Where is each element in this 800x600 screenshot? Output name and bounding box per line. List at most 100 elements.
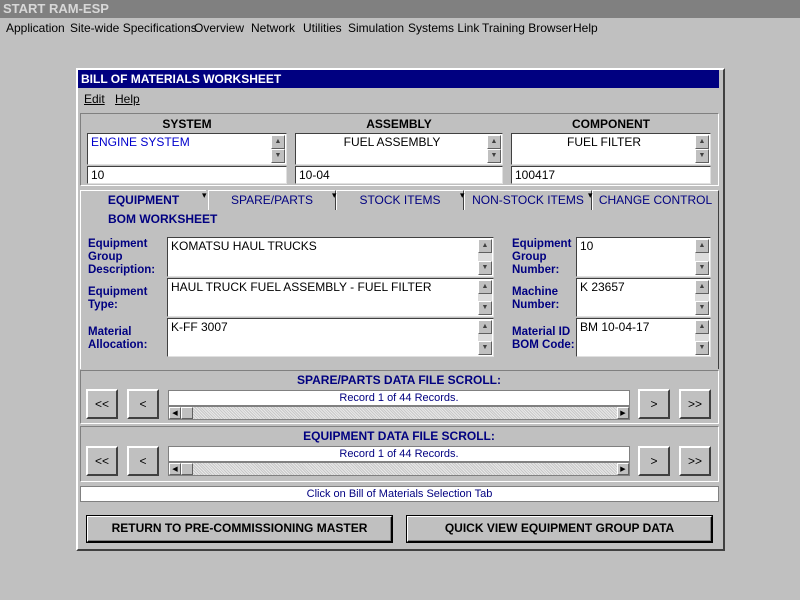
scroll-up-icon[interactable]: ▲ [695,239,709,253]
scroll-down-icon[interactable]: ▼ [695,261,709,275]
status-bar: Click on Bill of Materials Selection Tab [80,486,719,502]
system-code-field[interactable]: 10 [87,166,287,184]
scroll-down-icon[interactable]: ▼ [695,301,709,315]
return-to-pre-commissioning-button[interactable]: RETURN TO PRE-COMMISSIONING MASTER [87,516,392,542]
menu-edit[interactable]: Edit [84,92,105,106]
equipment-group-description-field[interactable]: KOMATSU HAUL TRUCKS ▲ ▼ [167,237,494,277]
equipment-group-number-text: 10 [580,239,594,253]
equipment-next-record-button[interactable]: > [638,446,670,476]
scroll-down-icon[interactable]: ▼ [695,149,709,163]
scroll-right-icon[interactable]: ▶ [617,407,629,419]
scroll-left-icon[interactable]: ◀ [169,407,181,419]
tab-stock-items[interactable]: STOCK ITEMS [336,190,464,210]
scroll-thumb[interactable] [181,407,193,419]
system-header: SYSTEM [162,117,212,131]
scroll-right-icon[interactable]: ▶ [617,463,629,475]
scroll-up-icon[interactable]: ▲ [478,320,492,334]
spare-record-indicator: Record 1 of 44 Records. [168,390,630,406]
menu-site-wide-specifications[interactable]: Site-wide Specifications [70,21,197,35]
tab-marker-icon: ▾ [332,190,337,200]
scroll-up-icon[interactable]: ▲ [478,280,492,294]
equipment-previous-record-button[interactable]: < [127,446,159,476]
scroll-down-icon[interactable]: ▼ [695,341,709,355]
component-name-text: FUEL FILTER [566,135,641,149]
machine-number-field[interactable]: K 23657 ▲ ▼ [576,278,711,317]
equipment-type-scrollbar[interactable]: ▲ ▼ [478,280,492,315]
scroll-up-icon[interactable]: ▲ [478,239,492,253]
material-id-bom-code-text: BM 10-04-17 [580,320,650,334]
spare-next-record-button[interactable]: > [638,389,670,419]
system-name-text: ENGINE SYSTEM [91,135,190,149]
tab-non-stock-items[interactable]: NON-STOCK ITEMS [464,190,592,210]
material-allocation-label: Material Allocation: [88,326,148,351]
material-id-bom-code-label: Material ID BOM Code: [512,326,575,351]
tab-marker-icon: ▾ [202,190,207,200]
equipment-group-description-scrollbar[interactable]: ▲ ▼ [478,239,492,275]
spare-record-scrollbar[interactable]: ◀ ▶ [168,406,630,420]
scroll-up-icon[interactable]: ▲ [271,135,285,149]
scroll-up-icon[interactable]: ▲ [487,135,501,149]
equipment-record-indicator: Record 1 of 44 Records. [168,446,630,462]
material-id-bom-code-scrollbar[interactable]: ▲ ▼ [695,320,709,355]
menu-utilities[interactable]: Utilities [303,21,342,35]
tab-marker-icon: ▾ [588,190,593,200]
menu-help[interactable]: Help [573,21,598,35]
component-name-field[interactable]: FUEL FILTER ▲ ▼ [511,133,711,165]
material-allocation-scrollbar[interactable]: ▲ ▼ [478,320,492,355]
scroll-down-icon[interactable]: ▼ [487,149,501,163]
assembly-name-field[interactable]: FUEL ASSEMBLY ▲ ▼ [295,133,503,165]
spare-first-record-button[interactable]: << [86,389,118,419]
equipment-group-description-label: Equipment Group Description: [88,238,156,276]
equipment-scroll-title: EQUIPMENT DATA FILE SCROLL: [303,429,495,443]
equipment-type-label: Equipment Type: [88,286,148,311]
scroll-left-icon[interactable]: ◀ [169,463,181,475]
equipment-first-record-button[interactable]: << [86,446,118,476]
equipment-type-text: HAUL TRUCK FUEL ASSEMBLY - FUEL FILTER [171,280,432,294]
tab-change-control[interactable]: CHANGE CONTROL [592,190,719,210]
menu-overview[interactable]: Overview [194,21,244,35]
scroll-down-icon[interactable]: ▼ [478,301,492,315]
spare-parts-scroll-title: SPARE/PARTS DATA FILE SCROLL: [297,373,501,387]
assembly-scrollbar[interactable]: ▲ ▼ [487,135,501,163]
tab-equipment[interactable]: EQUIPMENT [80,190,206,210]
tab-spare-parts[interactable]: SPARE/PARTS [208,190,336,210]
spare-previous-record-button[interactable]: < [127,389,159,419]
equipment-record-scrollbar[interactable]: ◀ ▶ [168,462,630,476]
scroll-up-icon[interactable]: ▲ [695,320,709,334]
scroll-up-icon[interactable]: ▲ [695,135,709,149]
equipment-type-field[interactable]: HAUL TRUCK FUEL ASSEMBLY - FUEL FILTER ▲… [167,278,494,317]
app-title-bar: START RAM-ESP [0,0,800,18]
equipment-last-record-button[interactable]: >> [679,446,711,476]
menu-simulation[interactable]: Simulation [348,21,404,35]
menu-training-browser[interactable]: Training Browser [482,21,572,35]
equipment-group-number-field[interactable]: 10 ▲ ▼ [576,237,711,277]
machine-number-label: Machine Number: [512,286,560,311]
menu-window-help[interactable]: Help [115,92,140,106]
quick-view-equipment-group-button[interactable]: QUICK VIEW EQUIPMENT GROUP DATA [407,516,712,542]
menu-systems-link[interactable]: Systems Link [408,21,479,35]
scroll-thumb[interactable] [181,463,193,475]
machine-number-text: K 23657 [580,280,625,294]
spare-last-record-button[interactable]: >> [679,389,711,419]
assembly-header: ASSEMBLY [366,117,432,131]
menu-network[interactable]: Network [251,21,295,35]
assembly-code-text: 10-04 [299,168,330,182]
machine-number-scrollbar[interactable]: ▲ ▼ [695,280,709,315]
material-allocation-field[interactable]: K-FF 3007 ▲ ▼ [167,318,494,357]
scroll-down-icon[interactable]: ▼ [478,261,492,275]
menu-application[interactable]: Application [6,21,65,35]
equipment-group-description-text: KOMATSU HAUL TRUCKS [171,239,317,253]
app-menubar: Application Site-wide Specifications Ove… [0,18,800,38]
component-code-text: 100417 [515,168,556,182]
assembly-code-field[interactable]: 10-04 [295,166,503,184]
component-scrollbar[interactable]: ▲ ▼ [695,135,709,163]
window-title-bar: BILL OF MATERIALS WORKSHEET [78,70,719,88]
scroll-down-icon[interactable]: ▼ [478,341,492,355]
scroll-up-icon[interactable]: ▲ [695,280,709,294]
system-scrollbar[interactable]: ▲ ▼ [271,135,285,163]
scroll-down-icon[interactable]: ▼ [271,149,285,163]
component-code-field[interactable]: 100417 [511,166,711,184]
equipment-group-number-scrollbar[interactable]: ▲ ▼ [695,239,709,275]
system-name-field[interactable]: ENGINE SYSTEM ▲ ▼ [87,133,287,165]
material-id-bom-code-field[interactable]: BM 10-04-17 ▲ ▼ [576,318,711,357]
